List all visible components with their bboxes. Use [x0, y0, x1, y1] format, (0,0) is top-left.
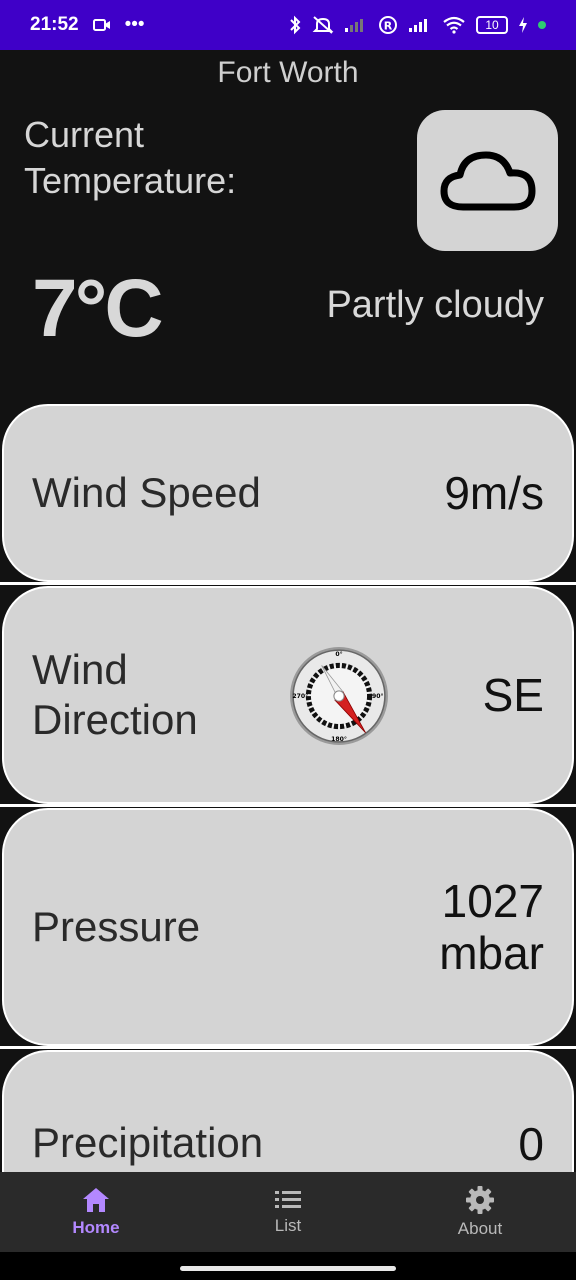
precipitation-value: 0 — [518, 1118, 544, 1170]
screen: 21:52 ••• R 10 Fort Worth Current Temper… — [0, 0, 576, 1280]
home-indicator[interactable] — [180, 1266, 396, 1271]
compass-mark-0: 0° — [335, 650, 342, 658]
wind-direction-label: Wind Direction — [32, 645, 198, 745]
wind-direction-card: Wind Direction 0° 90° 180° 270° SE — [2, 586, 574, 804]
divider — [0, 1046, 576, 1049]
wifi-icon — [442, 16, 466, 34]
pressure-label: Pressure — [32, 903, 201, 950]
status-right: R 10 — [288, 15, 546, 35]
privacy-dot-icon — [538, 21, 546, 29]
signal-weak-icon — [344, 17, 368, 33]
weather-condition: Partly cloudy — [326, 284, 544, 326]
pressure-value-unit: mbar — [439, 927, 544, 979]
bluetooth-icon — [288, 15, 302, 35]
wind-direction-value: SE — [482, 669, 544, 721]
roaming-icon: R — [378, 15, 398, 35]
video-icon — [92, 18, 111, 32]
bottom-navigation: Home List About — [0, 1172, 576, 1252]
pressure-value-number: 1027 — [441, 875, 544, 927]
nav-home-label: Home — [72, 1218, 120, 1237]
nav-list[interactable]: List — [192, 1172, 384, 1252]
wind-direction-label-line2: Direction — [32, 696, 198, 743]
compass-mark-90: 90° — [372, 692, 384, 700]
pressure-card: Pressure 1027 mbar — [2, 808, 574, 1046]
nav-about[interactable]: About — [384, 1172, 576, 1252]
precipitation-label: Precipitation — [32, 1119, 264, 1166]
compass-mark-180: 180° — [331, 735, 347, 743]
mute-icon — [312, 15, 334, 35]
battery-icon: 10 — [476, 16, 508, 34]
list-icon — [275, 1191, 301, 1208]
city-name: Fort Worth — [217, 56, 359, 89]
wind-speed-value: 9m/s — [444, 467, 544, 519]
pressure-value: 1027 mbar — [439, 875, 544, 979]
status-left: 21:52 ••• — [30, 14, 145, 36]
nav-home[interactable]: Home — [0, 1172, 192, 1252]
signal-icon — [408, 17, 432, 33]
status-bar: 21:52 ••• R 10 — [0, 0, 576, 50]
more-dots-icon: ••• — [124, 14, 145, 35]
wind-speed-card: Wind Speed 9m/s — [2, 404, 574, 582]
divider — [0, 582, 576, 585]
home-icon — [83, 1188, 109, 1212]
current-temperature-label: Current Temperature: — [24, 114, 237, 201]
svg-text:R: R — [384, 20, 393, 33]
status-time: 21:52 — [30, 14, 79, 35]
nav-list-label: List — [274, 1216, 302, 1235]
gear-icon — [466, 1186, 494, 1214]
cloud-icon — [440, 151, 535, 210]
wind-speed-label: Wind Speed — [32, 469, 261, 516]
charging-icon — [518, 17, 528, 33]
divider — [0, 804, 576, 807]
compass-icon: 0° 90° 180° 270° — [290, 647, 388, 745]
temperature-value: 7°C — [32, 263, 164, 354]
compass-mark-270: 270° — [292, 692, 308, 700]
nav-about-label: About — [457, 1219, 503, 1238]
wind-direction-label-line1: Wind — [32, 646, 128, 693]
weather-icon-box — [417, 110, 558, 251]
battery-level: 10 — [485, 18, 499, 32]
